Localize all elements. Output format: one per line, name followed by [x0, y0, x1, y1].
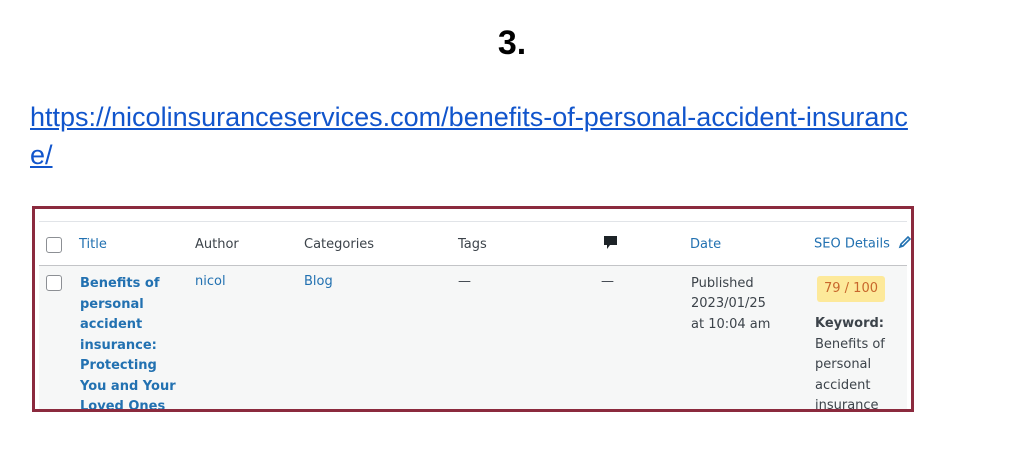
seo-score-badge[interactable]: 79 / 100	[817, 276, 885, 302]
date-status: Published	[691, 276, 754, 291]
seo-keyword: Keyword: Benefits of personal accident i…	[815, 314, 895, 412]
post-title-link[interactable]: Benefits of personal accident insurance:…	[80, 274, 180, 409]
highlight-frame: Title Author Categories Tags Date SEO De…	[32, 206, 914, 412]
pencil-icon[interactable]	[898, 235, 911, 253]
comment-icon[interactable]	[603, 235, 618, 254]
table-header-row: Title Author Categories Tags Date SEO De…	[39, 222, 911, 266]
page-url-link[interactable]: https://nicolinsuranceservices.com/benef…	[30, 98, 910, 174]
category-link[interactable]: Blog	[304, 274, 333, 289]
select-all-checkbox[interactable]	[46, 237, 62, 253]
posts-table: Title Author Categories Tags Date SEO De…	[39, 213, 911, 412]
author-link[interactable]: nicol	[195, 274, 226, 289]
row-checkbox[interactable]	[46, 275, 62, 291]
seo-details-label: SEO Details	[814, 236, 890, 252]
column-title[interactable]: Title	[79, 237, 107, 252]
column-tags: Tags	[458, 237, 487, 252]
keyword-value: Benefits of personal accident insurance	[815, 336, 885, 412]
column-date[interactable]: Date	[690, 237, 721, 252]
date-value: 2023/01/25 at 10:04 am	[691, 296, 771, 332]
section-number-heading: 3.	[497, 24, 527, 62]
column-seo-details[interactable]: SEO Details	[814, 235, 911, 253]
table-row: Benefits of personal accident insurance:…	[39, 266, 907, 412]
comments-value: —	[601, 274, 614, 289]
column-categories: Categories	[304, 237, 375, 252]
keyword-label: Keyword:	[815, 316, 884, 331]
tags-value: —	[458, 274, 471, 289]
column-author: Author	[195, 237, 239, 252]
